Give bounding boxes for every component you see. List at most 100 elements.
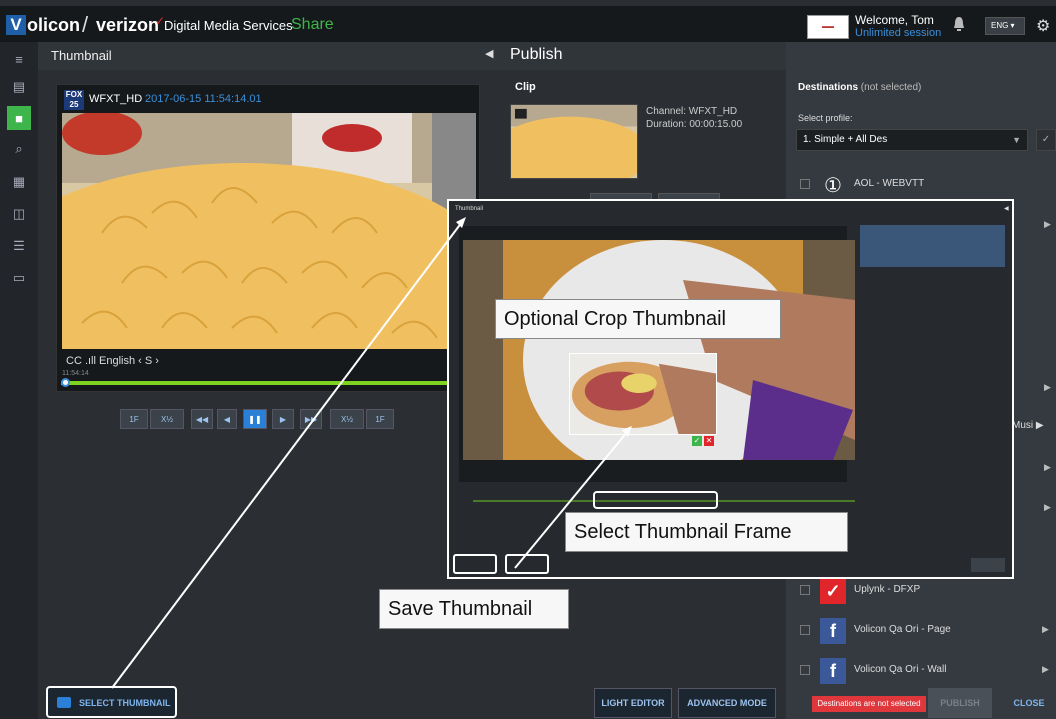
popup-capture-button[interactable]	[453, 554, 497, 574]
slow-back-button[interactable]: X½	[150, 409, 184, 429]
confirm-crop-icon[interactable]: ✓	[692, 436, 702, 446]
publish-panel-title: Publish	[510, 46, 563, 63]
popup-crop-button[interactable]	[505, 554, 549, 574]
destinations-heading: Destinations (not selected)	[798, 82, 921, 93]
brand-separator: /	[82, 12, 89, 37]
timecode: 11:54:14	[62, 370, 89, 377]
destination-label: AOL - WEBVTT	[854, 178, 925, 189]
camera-icon	[57, 697, 71, 708]
chevron-right-icon[interactable]: ▶	[1044, 219, 1051, 230]
destination-checkbox[interactable]	[800, 585, 810, 595]
share-module-title: Share	[291, 16, 334, 33]
thumbnail-panel-title: Thumbnail	[51, 48, 112, 63]
video-frame[interactable]	[62, 113, 476, 349]
clip-thumbnail[interactable]	[510, 104, 638, 179]
list-icon[interactable]: ☰	[7, 234, 31, 258]
chevron-right-icon[interactable]: ▶	[1044, 382, 1051, 393]
chevron-down-icon: ▼	[1012, 135, 1021, 145]
left-nav-rail: ≡ ▤ ■ ⌕ ▦ ◫ ☰ ▭	[0, 42, 38, 719]
destinations-note: (not selected)	[860, 82, 922, 93]
partner-brand: verizon	[96, 15, 160, 35]
callout-crop: Optional Crop Thumbnail	[495, 299, 781, 339]
app-window: V olicon / verizon ✓ Digital Media Servi…	[0, 0, 1056, 719]
player-controls[interactable]: CC .ıll English ‹ S ›	[66, 355, 159, 367]
video-player: FOX 25 WFXT_HD 2017-06-15 11:54:14.01 CC…	[56, 84, 480, 392]
fast-forward-button[interactable]: ▶▶	[300, 409, 322, 429]
play-button[interactable]: ▶	[272, 409, 294, 429]
callout-save: Save Thumbnail	[379, 589, 569, 629]
uplynk-icon: ✓	[820, 578, 846, 604]
partial-label-text: Musi	[1012, 420, 1034, 431]
destinations-title: Destinations	[798, 82, 859, 93]
crop-selection[interactable]	[569, 353, 717, 435]
export-icon[interactable]: ◫	[7, 202, 31, 226]
top-bar: V olicon / verizon ✓ Digital Media Servi…	[0, 6, 1056, 42]
destination-row-aol[interactable]: ① AOL - WEBVTT	[798, 170, 1056, 200]
close-button[interactable]: CLOSE	[1002, 688, 1056, 718]
destination-label: Uplynk - DFXP	[854, 584, 921, 595]
destination-checkbox[interactable]	[800, 625, 810, 635]
popup-collapse-icon[interactable]: ◀	[1004, 205, 1009, 212]
destination-checkbox[interactable]	[800, 665, 810, 675]
destination-label: Volicon Qa Ori - Page	[854, 624, 951, 635]
destination-row-facebook-wall[interactable]: f Volicon Qa Ori - Wall ▶	[798, 656, 1056, 686]
callout-frame: Select Thumbnail Frame	[565, 512, 848, 552]
chevron-right-icon[interactable]: ▶	[1044, 502, 1051, 513]
forward-1-frame-button[interactable]: 1F	[366, 409, 394, 429]
destinations-warning-badge: Destinations are not selected	[812, 696, 926, 712]
welcome-text: Welcome, Tom	[855, 13, 934, 27]
profile-value: 1. Simple + All Des	[803, 134, 888, 145]
grid-icon[interactable]: ▦	[7, 170, 31, 194]
bars-icon[interactable]: ▭	[7, 266, 31, 290]
destination-row-uplynk[interactable]: ✓ Uplynk - DFXP	[798, 576, 1056, 606]
channel-logo: FOX 25	[64, 90, 84, 110]
language-select[interactable]: ENG ▾	[985, 17, 1025, 35]
volicon-logo-icon: V	[6, 15, 26, 35]
clip-channel: Channel: WFXT_HD	[646, 106, 738, 117]
chevron-right-icon[interactable]: ▶	[1042, 664, 1049, 675]
popup-frame-controls[interactable]	[593, 491, 718, 509]
film-icon[interactable]: ▤	[7, 75, 31, 99]
video-timestamp: 2017-06-15 11:54:14.01	[145, 93, 262, 105]
back-1-frame-button[interactable]: 1F	[120, 409, 148, 429]
thumbnail-panel-header: Thumbnail ◀	[38, 42, 500, 70]
profile-label: Select profile:	[798, 113, 853, 123]
search-icon[interactable]: ⌕	[7, 137, 31, 161]
chevron-right-icon[interactable]: ▶	[1044, 462, 1051, 473]
cancel-crop-icon[interactable]: ✕	[704, 436, 714, 446]
destination-checkbox[interactable]	[800, 179, 810, 189]
apply-profile-icon[interactable]: ✓	[1036, 129, 1056, 151]
clip-duration: Duration: 00:00:15.00	[646, 119, 743, 130]
select-thumbnail-button[interactable]: SELECT THUMBNAIL	[46, 686, 177, 718]
slow-forward-button[interactable]: X½	[330, 409, 364, 429]
menu-icon[interactable]: ≡	[7, 47, 31, 71]
service-name: Digital Media Services	[164, 18, 293, 33]
select-thumbnail-label: SELECT THUMBNAIL	[79, 698, 171, 708]
step-back-button[interactable]: ◀	[217, 409, 237, 429]
session-status: Unlimited session	[855, 27, 942, 39]
popup-title: Thumbnail	[455, 206, 484, 212]
bell-icon[interactable]	[952, 16, 966, 32]
station-logo: ▬▬	[807, 15, 849, 39]
advanced-mode-button[interactable]: ADVANCED MODE	[678, 688, 776, 718]
facebook-icon: f	[820, 618, 846, 644]
channel-name: WFXT_HD	[89, 93, 143, 105]
publish-panel-header: Publish	[500, 42, 786, 70]
clip-info: Channel: WFXT_HD Duration: 00:00:15.00	[646, 105, 742, 131]
facebook-icon: f	[820, 658, 846, 684]
bookmark-icon[interactable]: ■	[7, 106, 31, 130]
popup-done-button[interactable]	[971, 558, 1005, 572]
destination-label: Volicon Qa Ori - Wall	[854, 664, 947, 675]
publish-button[interactable]: PUBLISH	[928, 688, 992, 718]
light-editor-button[interactable]: LIGHT EDITOR	[594, 688, 672, 718]
pause-button[interactable]: ❚❚	[243, 409, 267, 429]
collapse-arrow-icon[interactable]: ◀	[485, 47, 493, 60]
gear-icon[interactable]: ⚙	[1036, 16, 1050, 36]
progress-bar[interactable]	[61, 378, 477, 387]
popup-selected-thumbnail[interactable]	[860, 225, 1005, 267]
profile-select[interactable]: 1. Simple + All Des ▼	[796, 129, 1028, 151]
chevron-right-icon[interactable]: ▶	[1042, 624, 1049, 635]
rewind-button[interactable]: ◀◀	[191, 409, 213, 429]
destination-row-facebook-page[interactable]: f Volicon Qa Ori - Page ▶	[798, 616, 1056, 646]
progress-handle[interactable]	[61, 378, 70, 387]
